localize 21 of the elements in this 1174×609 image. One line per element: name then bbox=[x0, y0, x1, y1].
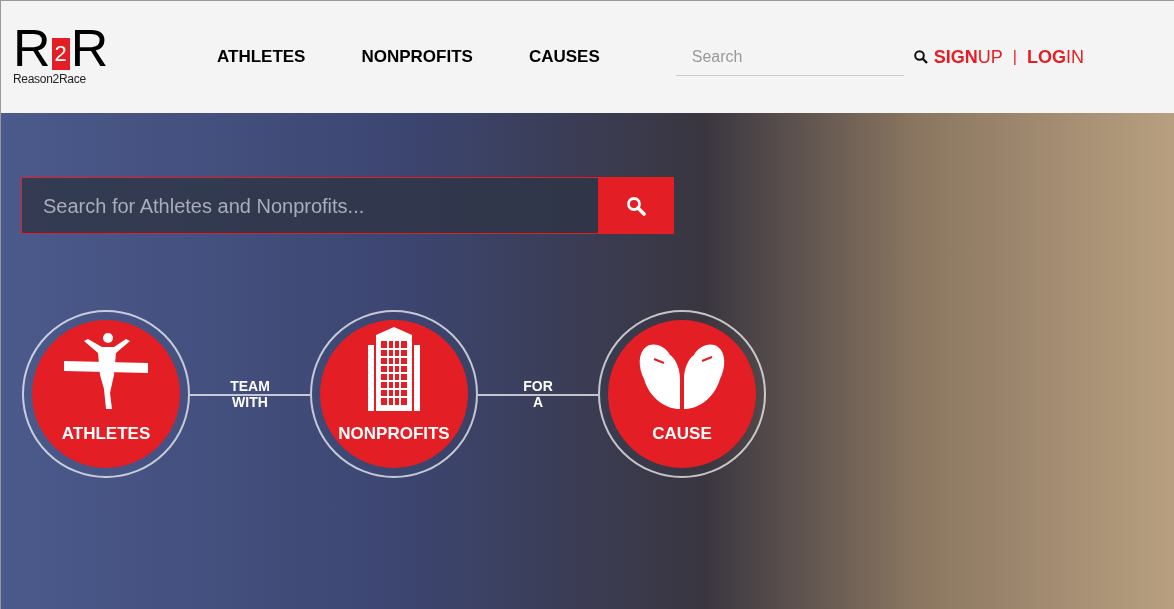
hero-search-field[interactable]: Search for Athletes and Nonprofits... bbox=[21, 177, 598, 234]
header-search-field[interactable]: Search bbox=[675, 38, 904, 76]
connector-text: TEAM WITH bbox=[230, 378, 270, 410]
search-button[interactable] bbox=[598, 177, 674, 234]
signup-link[interactable]: SIGNUP bbox=[933, 43, 1003, 71]
separator: | bbox=[1012, 47, 1017, 67]
logo-number: 2 bbox=[51, 38, 70, 70]
category-label: CAUSE bbox=[652, 422, 712, 445]
nav-link[interactable]: CAUSES bbox=[528, 44, 600, 70]
login-link[interactable]: LOGIN bbox=[1026, 43, 1084, 71]
runner-icon bbox=[64, 330, 148, 411]
search-icon bbox=[626, 195, 646, 216]
category-label: NONPROFITS bbox=[338, 422, 450, 445]
connector-text: FOR A bbox=[523, 378, 553, 410]
logo-letter: R bbox=[13, 26, 51, 70]
logo-wordmark: Reason2Race bbox=[13, 71, 87, 88]
nav-link[interactable]: ATHLETES bbox=[217, 44, 306, 70]
logo-letter: R bbox=[70, 26, 109, 70]
search-icon[interactable] bbox=[913, 50, 928, 64]
category-label: ATHLETES bbox=[61, 422, 151, 445]
nav-link[interactable]: NONPROFITS bbox=[361, 44, 473, 70]
